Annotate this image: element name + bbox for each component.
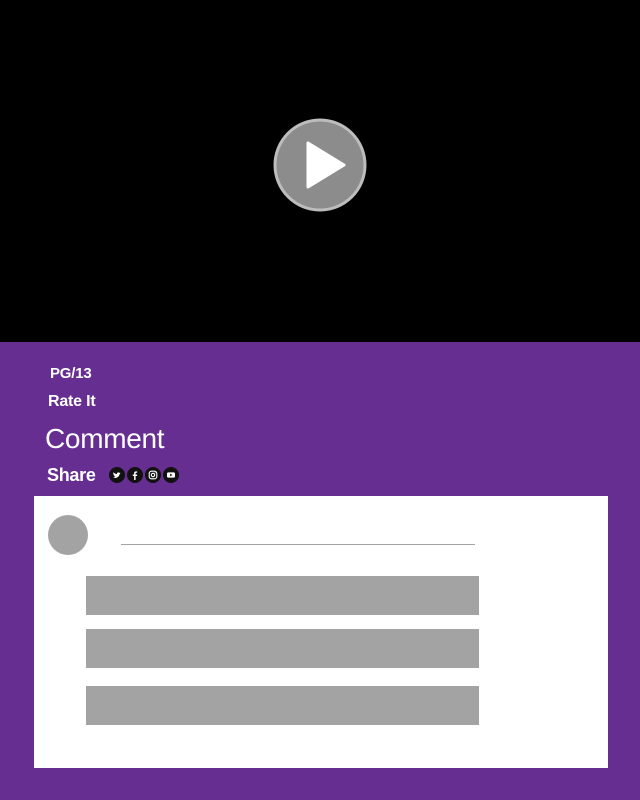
youtube-icon[interactable] bbox=[162, 467, 179, 483]
content-rating: PG/13 bbox=[50, 365, 92, 382]
comment-placeholder-line bbox=[86, 686, 479, 725]
share-row: Share bbox=[47, 463, 181, 487]
details-panel: PG/13 Rate It Comment Share bbox=[0, 342, 640, 800]
instagram-icon[interactable] bbox=[144, 467, 161, 483]
comment-button[interactable]: Comment bbox=[45, 423, 165, 455]
avatar-placeholder bbox=[48, 515, 88, 555]
rate-it-button[interactable]: Rate It bbox=[48, 393, 96, 411]
comment-placeholder-line bbox=[86, 576, 479, 615]
twitter-icon[interactable] bbox=[108, 467, 125, 483]
play-icon bbox=[273, 118, 367, 212]
name-placeholder-line bbox=[121, 544, 475, 545]
comment-card bbox=[34, 496, 608, 768]
video-player[interactable] bbox=[0, 0, 640, 342]
play-button[interactable] bbox=[273, 118, 367, 212]
comment-placeholder-line bbox=[86, 629, 479, 668]
share-label: Share bbox=[47, 464, 96, 485]
facebook-icon[interactable] bbox=[126, 467, 143, 483]
